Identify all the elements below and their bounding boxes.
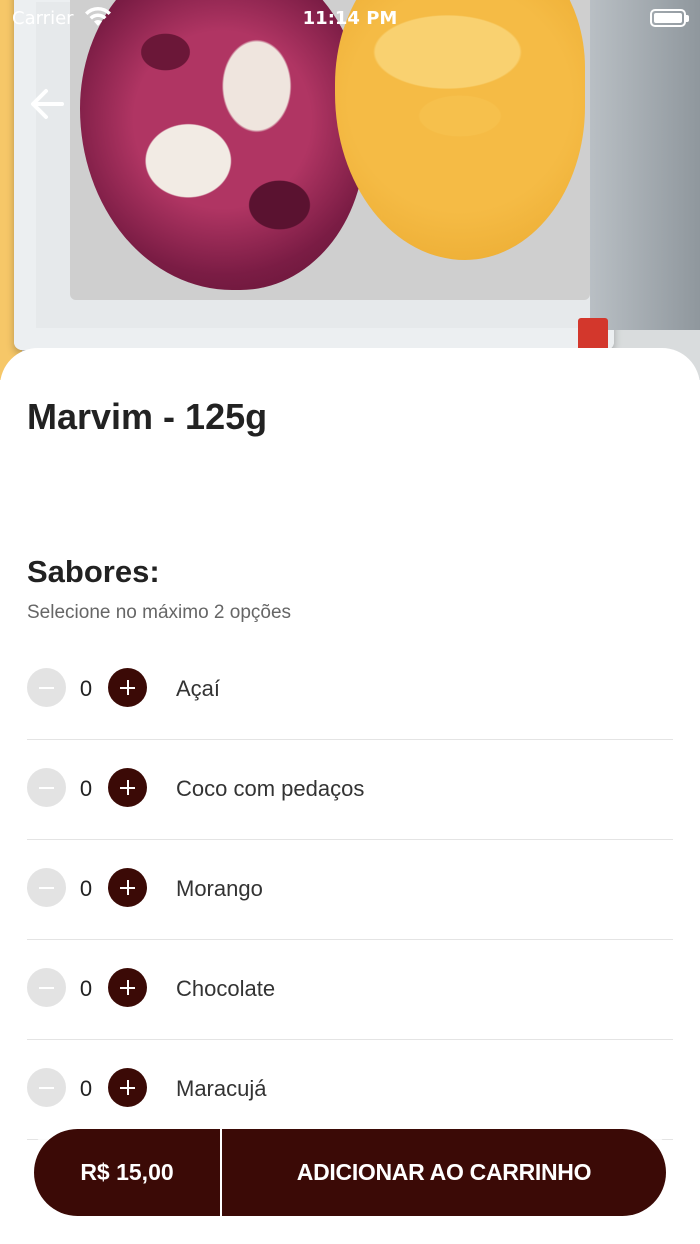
decrement-button[interactable] [27,768,66,807]
decrement-button[interactable] [27,1068,66,1107]
add-to-cart-bar[interactable]: R$ 15,00 ADICIONAR AO CARRINHO [34,1129,666,1216]
product-title: Marvim - 125g [27,396,268,437]
flavor-option: 0 Coco com pedaços [27,740,673,840]
acai-scoop [80,0,365,290]
back-button[interactable] [26,82,70,126]
flavors-heading: Sabores: [27,554,160,589]
status-bar: Carrier 11:14 PM [0,0,700,36]
flavor-option: 0 Açaí [27,640,673,740]
flavor-list: 0 Açaí 0 Coco com pedaços 0 Morango 0 Ch… [27,640,673,1140]
decrement-button[interactable] [27,668,66,707]
quantity-value: 0 [79,976,93,1001]
increment-button[interactable] [108,868,147,907]
decrement-button[interactable] [27,968,66,1007]
flavors-hint: Selecione no máximo 2 opções [27,602,292,623]
increment-button[interactable] [108,768,147,807]
clock: 11:14 PM [302,8,398,29]
increment-button[interactable] [108,668,147,707]
flavor-name: Morango [176,876,263,901]
add-to-cart-button[interactable]: ADICIONAR AO CARRINHO [222,1129,666,1216]
flavor-name: Coco com pedaços [176,776,365,801]
battery-icon [650,9,689,27]
quantity-value: 0 [79,876,93,901]
quantity-value: 0 [79,776,93,801]
arrow-left-icon [31,89,64,119]
styrofoam-box [14,0,614,350]
product-sheet: Marvim - 125g Sabores: Selecione no máxi… [0,348,700,1244]
increment-button[interactable] [108,1068,147,1107]
flavor-option: 0 Maracujá [27,1040,673,1140]
decrement-button[interactable] [27,868,66,907]
flavor-name: Chocolate [176,976,276,1001]
product-image [0,0,700,380]
flavor-name: Maracujá [176,1076,267,1101]
flavor-option: 0 Chocolate [27,940,673,1040]
quantity-value: 0 [79,1076,93,1101]
flavor-name: Açaí [176,676,221,701]
mango-scoop [335,0,585,260]
quantity-value: 0 [79,676,93,701]
box-side [590,0,700,330]
increment-button[interactable] [108,968,147,1007]
price-label: R$ 15,00 [34,1129,222,1216]
flavor-option: 0 Morango [27,840,673,940]
